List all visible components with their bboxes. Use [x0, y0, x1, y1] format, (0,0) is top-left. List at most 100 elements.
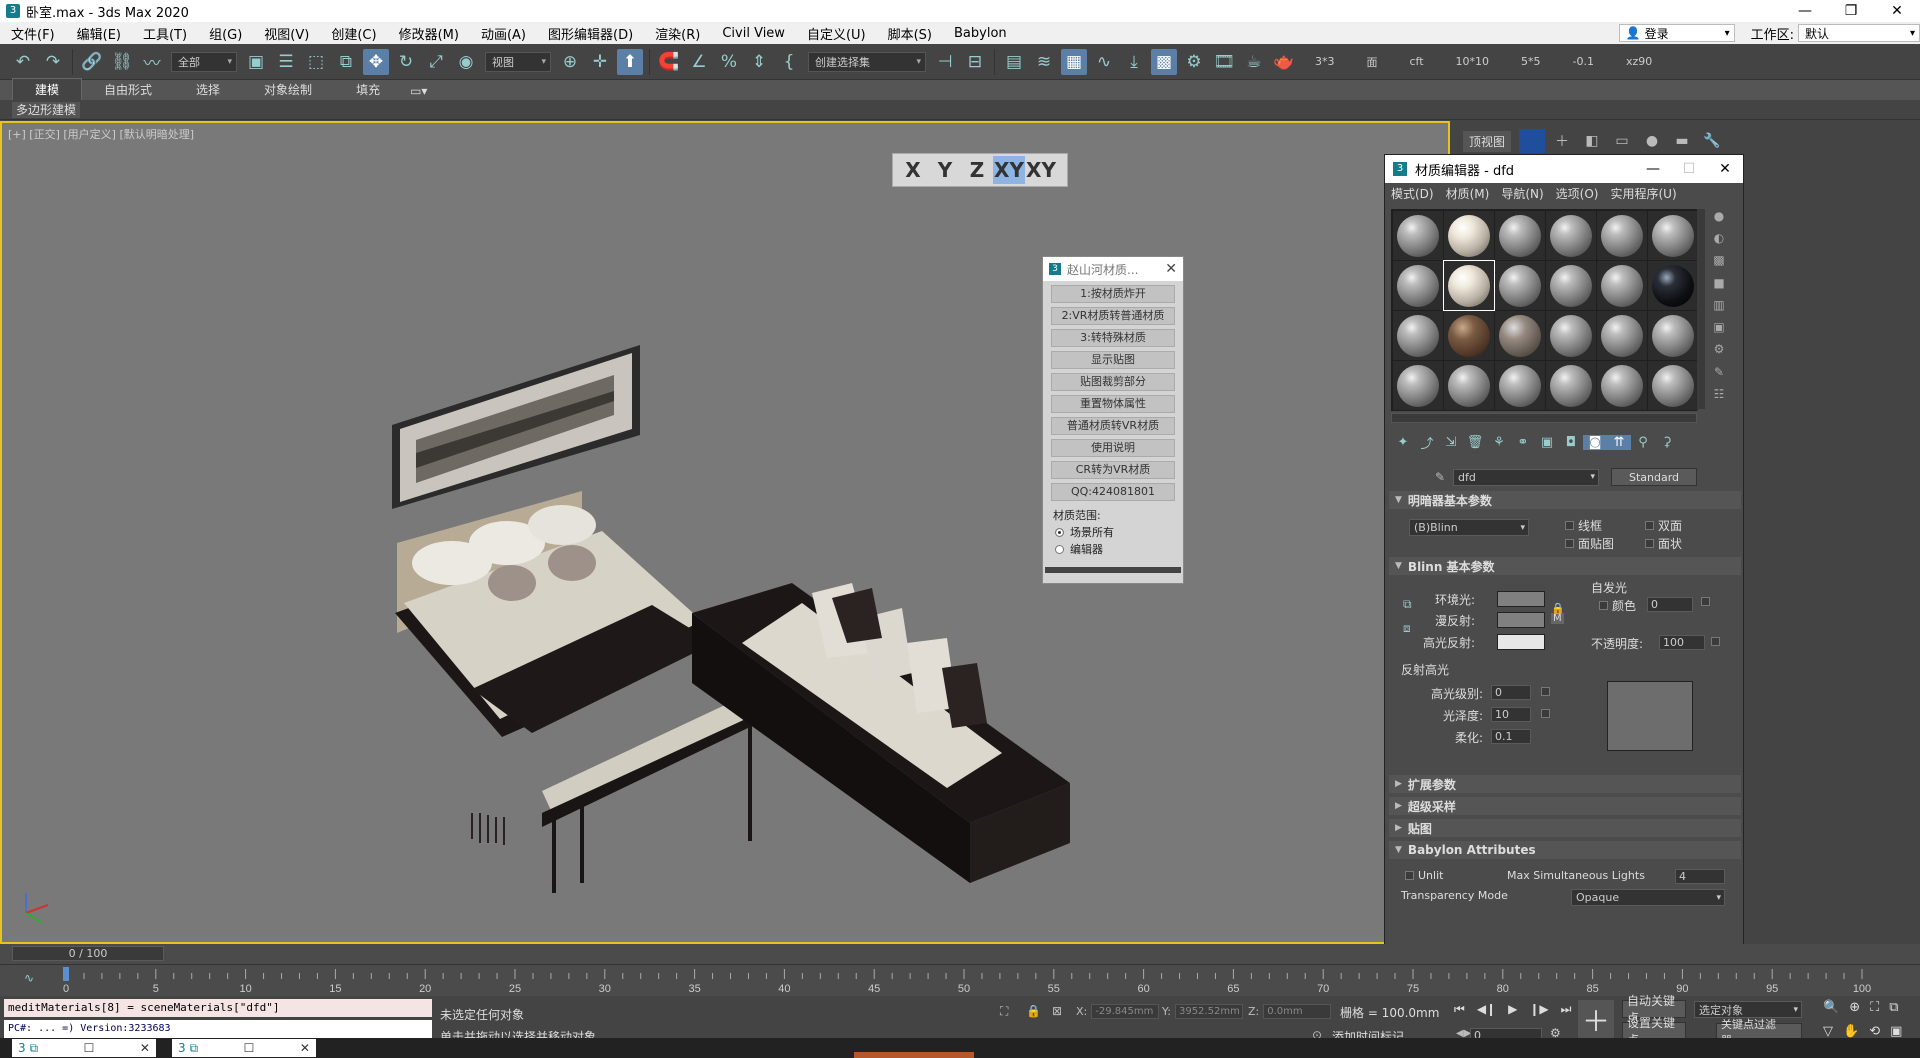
max-lights-spinner[interactable]: 4 [1675, 869, 1725, 884]
show-end-result-icon[interactable]: ◙ [1583, 434, 1607, 450]
restore-icon[interactable]: ☐ [244, 1041, 255, 1055]
unlit-checkbox[interactable]: Unlit [1405, 869, 1443, 882]
spinner-snap-icon[interactable]: ⇕ [746, 49, 772, 75]
tab-object-paint[interactable]: 对象绘制 [242, 79, 334, 100]
select-by-name-icon[interactable]: ☰ [273, 49, 299, 75]
tab-modeling[interactable]: 建模 [12, 78, 83, 100]
material-slot[interactable] [1444, 361, 1494, 410]
window-crossing-icon[interactable]: ⧉ [333, 49, 359, 75]
vr-to-standard-button[interactable]: 2:VR材质转普通材质 [1051, 307, 1175, 325]
curve-editor-icon[interactable]: ∿ [1091, 49, 1117, 75]
slots-vertical-scrollbar[interactable] [1697, 209, 1705, 409]
show-maps-button[interactable]: 显示贴图 [1051, 351, 1175, 369]
pivot-center-icon[interactable]: ⊕ [557, 49, 583, 75]
close-button[interactable]: ✕ [1874, 0, 1920, 22]
polygon-modeling-label[interactable]: 多边形建模 [12, 102, 81, 118]
custom-button-10x10[interactable]: 10*10 [1456, 55, 1490, 68]
material-slot[interactable] [1597, 361, 1647, 410]
menu-navigation[interactable]: 导航(N) [1495, 185, 1549, 202]
select-place-icon[interactable]: ◉ [453, 49, 479, 75]
assign-to-selection-icon[interactable]: ⇲ [1439, 435, 1463, 450]
menu-group[interactable]: 组(G) [198, 24, 253, 43]
shader-basic-rollout[interactable]: ▼ 明暗器基本参数 [1389, 491, 1741, 509]
tab-populate[interactable]: 填充 [334, 79, 402, 100]
lock-specular-icon[interactable]: ⧈ [1403, 621, 1411, 636]
babylon-rollout[interactable]: ▼ Babylon Attributes [1389, 841, 1741, 859]
opacity-map-checkbox[interactable] [1711, 637, 1724, 646]
material-slot[interactable] [1597, 261, 1647, 310]
put-to-scene-icon[interactable]: ⤴ [1415, 433, 1439, 452]
select-scale-icon[interactable]: ⤢ [423, 49, 449, 75]
menu-graph-editors[interactable]: 图形编辑器(D) [537, 24, 644, 43]
zoom-extents-all-icon[interactable]: ⧉ [1889, 1000, 1898, 1015]
maxscript-listener-line[interactable]: meditMaterials[8] = sceneMaterials["dfd"… [4, 999, 432, 1017]
material-slot[interactable] [1648, 211, 1698, 260]
supersampling-rollout[interactable]: ▶ 超级采样 [1389, 797, 1741, 815]
time-slider[interactable]: 0 / 100 [12, 946, 164, 961]
align-icon[interactable]: ⊟ [962, 49, 988, 75]
get-material-icon[interactable]: ✦ [1391, 435, 1415, 450]
menu-file[interactable]: 文件(F) [0, 24, 66, 43]
wire-checkbox[interactable]: 线框 [1565, 517, 1602, 534]
maximize-button[interactable]: ❐ [1828, 0, 1874, 22]
sample-uv-tiling-icon[interactable]: ■ [1713, 276, 1724, 294]
slots-scrollbar[interactable] [1391, 413, 1697, 423]
scope-editor-radio[interactable]: 编辑器 [1055, 541, 1171, 557]
transparency-mode-dropdown[interactable]: Opaque [1571, 889, 1725, 906]
material-slot[interactable] [1597, 311, 1647, 360]
maps-rollout[interactable]: ▶ 贴图 [1389, 819, 1741, 837]
menu-babylon[interactable]: Babylon [943, 26, 1018, 41]
material-slot[interactable] [1443, 260, 1495, 311]
hierarchy-tab-icon[interactable]: ▭ [1609, 129, 1635, 153]
make-unique-icon[interactable]: ⚘ [1487, 435, 1511, 450]
material-slot[interactable] [1444, 311, 1494, 360]
reset-properties-button[interactable]: 重置物体属性 [1051, 395, 1175, 413]
zoom-all-icon[interactable]: ⊕ [1849, 1000, 1860, 1015]
menu-create[interactable]: 创建(C) [320, 24, 387, 43]
snaps-toggle-icon[interactable]: 🧲 [656, 49, 682, 75]
maximize-viewport-icon[interactable]: ▣ [1890, 1024, 1902, 1039]
material-type-button[interactable]: Standard [1611, 468, 1697, 486]
custom-button-cft[interactable]: cft [1410, 55, 1424, 68]
cr-to-vr-button[interactable]: CR转为VR材质 [1051, 461, 1175, 479]
close-icon[interactable]: ✕ [1165, 261, 1177, 277]
zoom-extents-icon[interactable]: ⛶ [1870, 1000, 1879, 1015]
material-slot[interactable] [1546, 361, 1596, 410]
angle-snap-icon[interactable]: ∠ [686, 49, 712, 75]
convert-special-button[interactable]: 3:转特殊材质 [1051, 329, 1175, 347]
selection-lock-icon[interactable]: 🔒 [1026, 1004, 1041, 1018]
isolate-selection-icon[interactable]: ⛶ [1000, 1004, 1008, 1019]
link-icon[interactable]: 🔗 [79, 49, 105, 75]
bind-spacewarp-icon[interactable]: 〰 [139, 49, 165, 75]
material-slot[interactable] [1546, 211, 1596, 260]
faceted-checkbox[interactable]: 面状 [1645, 535, 1682, 552]
menu-scripting[interactable]: 脚本(S) [877, 24, 943, 43]
next-frame-icon[interactable]: ❙▶ [1529, 1002, 1548, 1017]
custom-button-face[interactable]: 面 [1367, 54, 1378, 70]
menu-views[interactable]: 视图(V) [253, 24, 320, 43]
lock-icon[interactable]: 🔒 [1551, 602, 1565, 615]
reference-coord-dropdown[interactable]: 视图 [485, 51, 551, 72]
go-to-start-icon[interactable]: ⏮ [1454, 1002, 1465, 1017]
rect-selection-icon[interactable]: ⬚ [303, 49, 329, 75]
select-move-icon[interactable]: ✥ [363, 48, 389, 75]
material-name-field[interactable]: dfd [1453, 468, 1599, 486]
select-object-icon[interactable]: ▣ [243, 49, 269, 75]
select-by-material-icon[interactable]: ✎ [1714, 365, 1724, 383]
go-to-end-icon[interactable]: ⏭ [1561, 1002, 1572, 1017]
self-illum-map-checkbox[interactable] [1701, 597, 1714, 606]
tab-freeform[interactable]: 自由形式 [82, 79, 174, 100]
current-time-marker[interactable] [63, 967, 69, 981]
restore-icon[interactable]: ☐ [84, 1041, 95, 1055]
rendered-frame-window-icon[interactable]: 🎞 [1211, 49, 1237, 75]
material-id-channel-icon[interactable]: ▣ [1535, 435, 1559, 450]
maxscript-output-line[interactable]: PC#: ... =) Version:3233683 [4, 1020, 432, 1038]
options-icon[interactable]: ⚙ [1714, 342, 1725, 360]
material-slot[interactable] [1648, 311, 1698, 360]
view-name-label[interactable]: 顶视图 [1463, 130, 1512, 152]
reset-map-icon[interactable]: 🗑 [1463, 435, 1487, 450]
menu-options[interactable]: 选项(O) [1550, 185, 1605, 202]
set-key-big-icon[interactable]: ＋ [1578, 1000, 1614, 1040]
ribbon-toggle-icon[interactable]: ▦ [1061, 48, 1087, 75]
material-slot[interactable] [1495, 311, 1545, 360]
